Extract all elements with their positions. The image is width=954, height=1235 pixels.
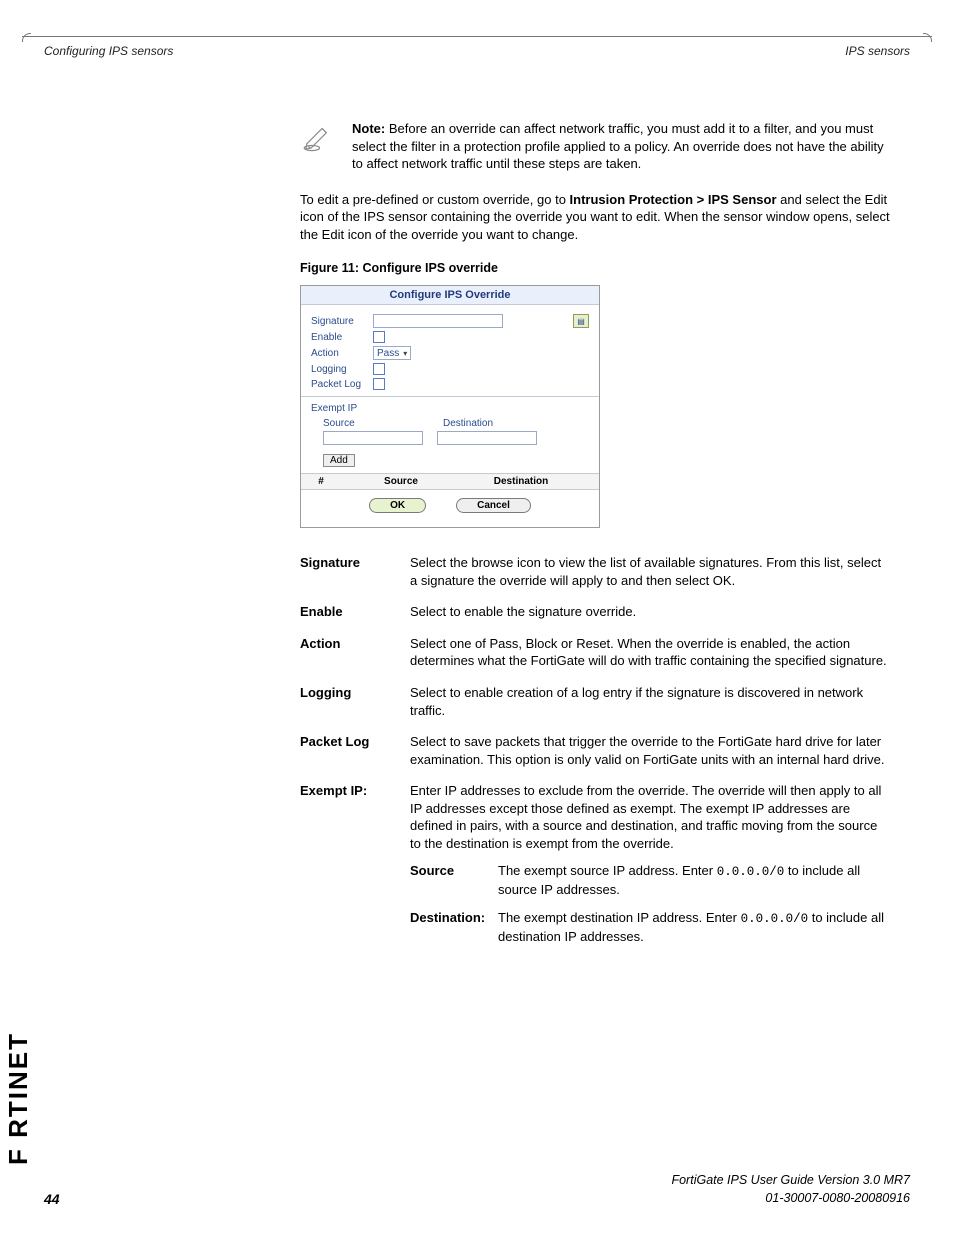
signature-input[interactable]: [373, 314, 503, 328]
note-icon: [300, 120, 334, 154]
term-packetlog: Packet Log: [300, 733, 410, 751]
label-packetlog: Packet Log: [311, 379, 373, 390]
desc-logging: Select to enable creation of a log entry…: [410, 684, 890, 719]
note-body: Before an override can affect network tr…: [352, 121, 884, 171]
page-content: Note: Before an override can affect netw…: [300, 120, 890, 959]
footer-line1: FortiGate IPS User Guide Version 3.0 MR7: [671, 1172, 910, 1190]
subterm-dest: Destination:: [410, 909, 498, 927]
label-signature: Signature: [311, 316, 373, 327]
note-label: Note:: [352, 121, 385, 136]
sub-dest-pre: The exempt destination IP address. Enter: [498, 910, 741, 925]
source-input[interactable]: [323, 431, 423, 445]
term-enable: Enable: [300, 603, 410, 621]
label-action: Action: [311, 348, 373, 359]
col-actions: [581, 476, 599, 487]
code-dest: 0.0.0.0/0: [741, 912, 809, 926]
enable-checkbox[interactable]: [373, 331, 385, 343]
label-source: Source: [323, 418, 443, 429]
packetlog-checkbox[interactable]: [373, 378, 385, 390]
browse-icon[interactable]: ▤: [573, 314, 589, 328]
label-destination: Destination: [443, 418, 563, 429]
col-hash: #: [301, 476, 341, 487]
subdesc-source: The exempt source IP address. Enter 0.0.…: [498, 862, 890, 898]
desc-packetlog: Select to save packets that trigger the …: [410, 733, 890, 768]
action-value: Pass: [377, 348, 399, 359]
dialog-title: Configure IPS Override: [301, 286, 599, 305]
desc-enable: Select to enable the signature override.: [410, 603, 890, 621]
desc-exemptip: Enter IP addresses to exclude from the o…: [410, 783, 881, 851]
term-action: Action: [300, 635, 410, 653]
sub-source-pre: The exempt source IP address. Enter: [498, 863, 717, 878]
header-rule: [22, 36, 932, 37]
term-signature: Signature: [300, 554, 410, 572]
running-header-left: Configuring IPS sensors: [44, 44, 173, 58]
term-exemptip: Exempt IP:: [300, 782, 410, 800]
label-enable: Enable: [311, 332, 373, 343]
logo-text: F RTINET: [3, 1032, 34, 1165]
note-block: Note: Before an override can affect netw…: [300, 120, 890, 173]
logging-checkbox[interactable]: [373, 363, 385, 375]
para-lead: To edit a pre-defined or custom override…: [300, 192, 570, 207]
definitions: Signature Select the browse icon to view…: [300, 554, 890, 945]
configure-override-screenshot: Configure IPS Override Signature ▤ Enabl…: [300, 285, 600, 528]
subdesc-dest: The exempt destination IP address. Enter…: [498, 909, 890, 945]
desc-signature: Select the browse icon to view the list …: [410, 554, 890, 589]
fortinet-logo: F RTINET: [3, 1032, 34, 1165]
cancel-button[interactable]: Cancel: [456, 498, 531, 513]
subterm-source: Source: [410, 862, 498, 880]
add-button[interactable]: Add: [323, 454, 355, 467]
note-text: Note: Before an override can affect netw…: [352, 120, 890, 173]
page-number: 44: [44, 1191, 60, 1207]
action-select[interactable]: Pass ▾: [373, 346, 411, 360]
col-source: Source: [341, 476, 461, 487]
code-source: 0.0.0.0/0: [717, 865, 785, 879]
col-dest: Destination: [461, 476, 581, 487]
ok-button[interactable]: OK: [369, 498, 426, 513]
term-logging: Logging: [300, 684, 410, 702]
label-logging: Logging: [311, 364, 373, 375]
instruction-paragraph: To edit a pre-defined or custom override…: [300, 191, 890, 244]
chevron-down-icon: ▾: [403, 349, 407, 358]
footer-line2: 01-30007-0080-20080916: [671, 1190, 910, 1208]
exempt-header: Exempt IP: [311, 403, 589, 414]
figure-caption: Figure 11: Configure IPS override: [300, 261, 890, 275]
running-header-right: IPS sensors: [845, 44, 910, 58]
destination-input[interactable]: [437, 431, 537, 445]
desc-action: Select one of Pass, Block or Reset. When…: [410, 635, 890, 670]
para-path: Intrusion Protection > IPS Sensor: [570, 192, 777, 207]
footer-right: FortiGate IPS User Guide Version 3.0 MR7…: [671, 1172, 910, 1207]
